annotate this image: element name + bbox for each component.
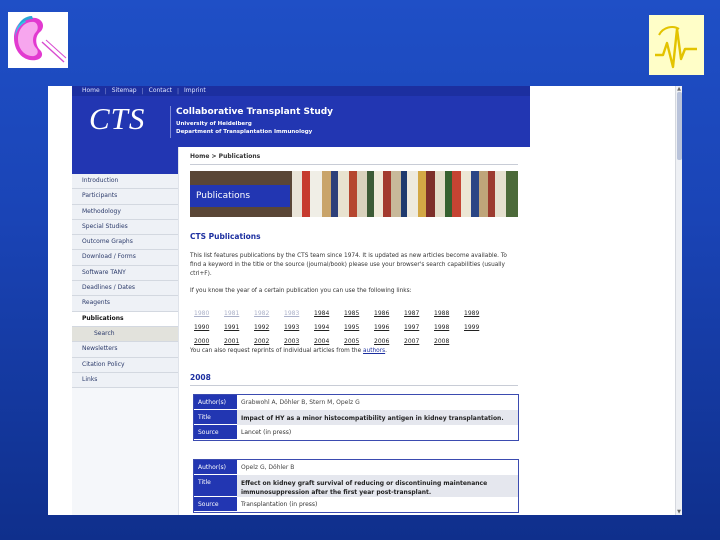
banner-title: Collaborative Transplant Study — [176, 107, 334, 117]
sidebar-item-reagents[interactable]: Reagents — [72, 296, 178, 312]
cts-website: Home | Sitemap | Contact | Imprint CTS C… — [72, 86, 530, 515]
kidney-logo-icon — [8, 12, 68, 68]
sidebar-item-outcome-graphs[interactable]: Outcome Graphs — [72, 235, 178, 251]
year-heading: 2008 — [190, 373, 211, 382]
year-link[interactable]: 2005 — [344, 335, 374, 349]
title-label: Title — [194, 410, 237, 425]
nav-separator: | — [176, 87, 180, 95]
scrollbar-thumb[interactable] — [677, 92, 682, 160]
publication-authors: Opelz G, Döhler B — [241, 464, 295, 471]
banner-divider — [170, 106, 171, 138]
divider — [190, 164, 518, 165]
year-link[interactable]: 1999 — [464, 321, 494, 335]
site-banner: CTS Collaborative Transplant Study Unive… — [72, 96, 530, 147]
reprints-period: . — [385, 348, 387, 354]
year-link[interactable]: 1995 — [344, 321, 374, 335]
sidebar-item-citation-policy[interactable]: Citation Policy — [72, 357, 178, 373]
sidebar-item-software[interactable]: Software TANY — [72, 265, 178, 282]
cts-logo[interactable]: CTS — [89, 101, 145, 137]
sidebar-header-band — [72, 147, 178, 174]
sidebar-item-publications[interactable]: Publications — [72, 311, 178, 327]
sidebar-item-search[interactable]: Search — [72, 326, 178, 343]
sidebar-item-links[interactable]: Links — [72, 372, 178, 389]
year-link[interactable]: 1984 — [314, 307, 344, 321]
hero-label: Publications — [190, 185, 290, 207]
title-label: Title — [194, 475, 237, 497]
bookshelf-hero-image: Publications — [190, 171, 518, 217]
year-link[interactable]: 1989 — [464, 307, 494, 321]
year-link[interactable]: 1982 — [254, 307, 284, 321]
year-row: 1980 1981 1982 1983 1984 1985 1986 1987 … — [194, 307, 494, 321]
authors-link[interactable]: authors — [363, 348, 385, 354]
year-link[interactable]: 1981 — [224, 307, 254, 321]
publication-entry: Author(s) Grabwohl A, Döhler B, Stern M, … — [193, 394, 519, 441]
year-link[interactable]: 1986 — [374, 307, 404, 321]
page-title: CTS Publications — [190, 232, 261, 241]
year-link[interactable]: 2006 — [374, 335, 404, 349]
year-link[interactable]: 1987 — [404, 307, 434, 321]
nav-separator: | — [141, 87, 144, 95]
intro-text: This list features publications by the C… — [190, 253, 507, 277]
year-link[interactable]: 2004 — [314, 335, 344, 349]
top-navigation: Home | Sitemap | Contact | Imprint — [72, 86, 530, 96]
publication-title: Effect on kidney graft survival of reduc… — [237, 475, 518, 497]
nav-home[interactable]: Home — [82, 86, 100, 96]
banner-department: Department of Transplantation Immunology — [176, 129, 313, 135]
sidebar-item-download-forms[interactable]: Download / Forms — [72, 250, 178, 266]
year-link[interactable]: 1993 — [284, 321, 314, 335]
year-link[interactable]: 2003 — [284, 335, 314, 349]
nav-separator: | — [104, 87, 107, 95]
publication-source: Transplantation (in press) — [241, 501, 318, 508]
breadcrumb[interactable]: Home > Publications — [190, 153, 260, 160]
year-link[interactable]: 1996 — [374, 321, 404, 335]
year-link[interactable]: 2001 — [224, 335, 254, 349]
sidebar-item-special-studies[interactable]: Special Studies — [72, 219, 178, 236]
year-link[interactable]: 1991 — [224, 321, 254, 335]
scroll-down-icon[interactable]: ▼ — [676, 509, 682, 515]
year-row: 2000 2001 2002 2003 2004 2005 2006 2007 … — [194, 335, 494, 349]
reprints-text: You can also request reprints of individ… — [190, 348, 387, 354]
vertical-scrollbar[interactable]: ▲ ▼ — [675, 86, 682, 515]
nav-imprint[interactable]: Imprint — [184, 86, 206, 96]
year-link[interactable]: 2002 — [254, 335, 284, 349]
year-link[interactable]: 2000 — [194, 335, 224, 349]
sidebar-item-methodology[interactable]: Methodology — [72, 204, 178, 220]
website-screenshot: Home | Sitemap | Contact | Imprint CTS C… — [48, 86, 682, 515]
year-link[interactable]: 1997 — [404, 321, 434, 335]
publication-entry: Author(s) Opelz G, Döhler B Title Effect o… — [193, 459, 519, 513]
year-link[interactable]: 2007 — [404, 335, 434, 349]
year-row: 1990 1991 1992 1993 1994 1995 1996 1997 … — [194, 321, 494, 335]
year-link[interactable]: 1998 — [434, 321, 464, 335]
nav-contact[interactable]: Contact — [149, 86, 172, 96]
author-label: Author(s) — [194, 395, 237, 410]
year-link[interactable]: 1980 — [194, 307, 224, 321]
sidebar-item-participants[interactable]: Participants — [72, 189, 178, 205]
heartbeat-logo-icon — [649, 15, 704, 75]
sidebar-item-newsletters[interactable]: Newsletters — [72, 342, 178, 358]
year-link[interactable]: 1985 — [344, 307, 374, 321]
source-label: Source — [194, 425, 237, 440]
year-link[interactable]: 1994 — [314, 321, 344, 335]
nav-sitemap[interactable]: Sitemap — [112, 86, 137, 96]
year-link[interactable]: 1990 — [194, 321, 224, 335]
publication-source: Lancet (in press) — [241, 429, 292, 436]
year-link[interactable]: 2008 — [434, 335, 464, 349]
divider — [190, 385, 518, 386]
sidebar-item-introduction[interactable]: Introduction — [72, 174, 178, 190]
reprints-sentence: You can also request reprints of individ… — [190, 348, 362, 354]
source-label: Source — [194, 497, 237, 512]
years-intro-text: If you know the year of a certain public… — [190, 288, 412, 294]
banner-university: University of Heidelberg — [176, 121, 252, 127]
year-link[interactable]: 1988 — [434, 307, 464, 321]
publication-authors: Grabwohl A, Döhler B, Stern M, Opelz G — [241, 399, 360, 406]
author-label: Author(s) — [194, 460, 237, 475]
sidebar-item-deadlines[interactable]: Deadlines / Dates — [72, 281, 178, 297]
year-link[interactable]: 1983 — [284, 307, 314, 321]
publication-title: Impact of HY as a minor histocompatibili… — [237, 410, 518, 425]
year-link[interactable]: 1992 — [254, 321, 284, 335]
sidebar: Introduction Participants Methodology Sp… — [72, 147, 179, 515]
year-links: 1980 1981 1982 1983 1984 1985 1986 1987 … — [194, 307, 494, 349]
